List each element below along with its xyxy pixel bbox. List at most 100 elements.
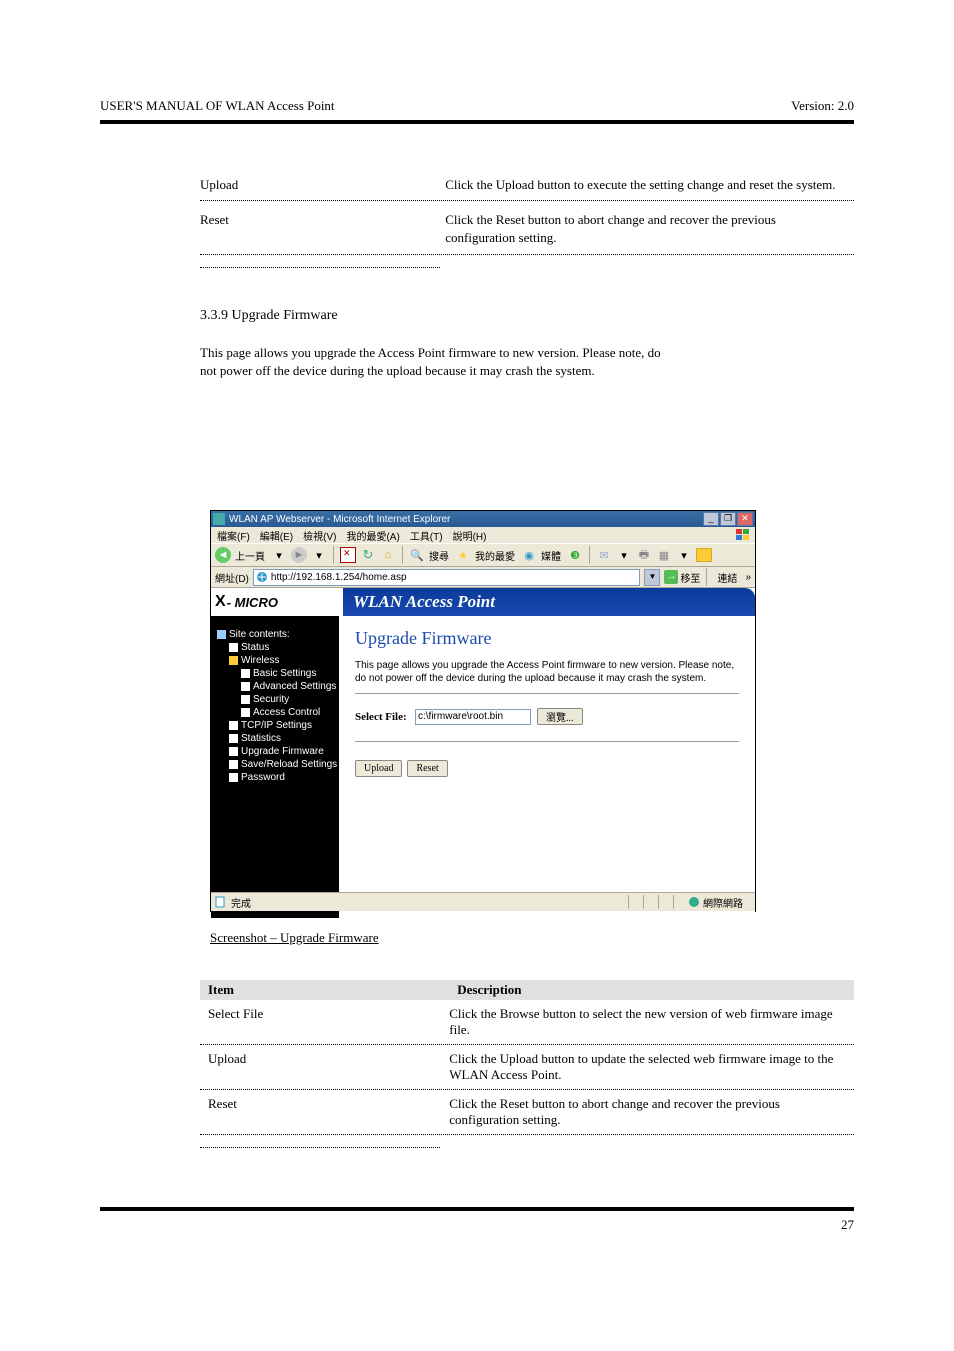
sidebar-item-label: Security [253, 694, 289, 705]
sidebar-item-label: Upgrade Firmware [241, 746, 324, 757]
menu-favorites[interactable]: 我的最愛(A) [346, 528, 399, 543]
sidebar-item-save-reload[interactable]: Save/Reload Settings [217, 758, 339, 771]
button-row: Upload Reset [355, 760, 739, 777]
internet-zone-icon [688, 896, 700, 908]
mail-icon[interactable]: ✉ [596, 547, 612, 563]
page-icon [241, 708, 250, 717]
brand-x: X [215, 593, 226, 611]
menu-tools[interactable]: 工具(T) [410, 528, 443, 543]
history-icon[interactable]: ❸ [567, 547, 583, 563]
bottom-rule [100, 1207, 854, 1211]
browse-button[interactable]: 瀏覽... [537, 708, 583, 725]
refresh-button[interactable]: ↻ [360, 547, 376, 563]
window-title: WLAN AP Webserver - Microsoft Internet E… [229, 514, 703, 525]
select-file-label: Select File: [355, 711, 415, 723]
page-icon [241, 682, 250, 691]
links-label[interactable]: 連結 [717, 570, 737, 585]
discuss-icon[interactable] [696, 548, 712, 562]
sidebar-item-upgrade-firmware[interactable]: Upgrade Firmware [217, 745, 339, 758]
status-done: 完成 [231, 895, 251, 910]
media-icon[interactable]: ◉ [521, 547, 537, 563]
sidebar-item-password[interactable]: Password [217, 771, 339, 784]
figure-caption: Screenshot – Upgrade Firmware [210, 930, 379, 946]
status-net-label: 網際網路 [703, 895, 743, 910]
menu-file[interactable]: 檔案(F) [217, 528, 250, 543]
file-path-input[interactable] [415, 709, 531, 725]
sidebar-item-label: Wireless [241, 655, 279, 666]
toolbar-separator [589, 546, 590, 564]
status-pocket [643, 895, 658, 909]
minimize-button[interactable]: _ [703, 512, 719, 526]
address-dropdown[interactable]: ▼ [644, 569, 660, 586]
close-button[interactable]: ✕ [737, 512, 753, 526]
stop-button[interactable] [340, 547, 356, 563]
sidebar-item-label: Password [241, 772, 285, 783]
home-button[interactable]: ⌂ [380, 547, 396, 563]
upload-button[interactable]: Upload [355, 760, 402, 777]
cell-item: Reset [200, 1096, 446, 1112]
toolbar: ◄ 上一頁 ▾ ► ▾ ↻ ⌂ 🔍 搜尋 ★ 我的最愛 ◉ 媒體 ❸ ✉ ▾ 🖶… [211, 543, 755, 567]
section-heading: 3.3.9 Upgrade Firmware [200, 308, 854, 324]
sidebar-item-access-control[interactable]: Access Control [217, 706, 339, 719]
sidebar-item-status[interactable]: Status [217, 641, 339, 654]
status-zone: 網際網路 [688, 895, 743, 910]
table-row: Reset Click the Reset button to abort ch… [200, 211, 854, 254]
nav-tree: Site contents: Status Wireless Basic Set… [211, 624, 339, 784]
table-row: Upload Click the Upload button to execut… [200, 176, 854, 201]
go-button[interactable]: → 移至 [664, 570, 700, 585]
lower-table: Item Description Select File Click the B… [200, 980, 854, 1148]
sidebar-item-label: Access Control [253, 707, 320, 718]
print-icon[interactable]: 🖶 [636, 547, 652, 563]
maximize-button[interactable]: ❐ [720, 512, 736, 526]
page-icon [229, 643, 238, 652]
address-label: 網址(D) [215, 570, 249, 585]
ie-icon [213, 513, 225, 525]
page-icon [256, 571, 268, 583]
menu-help[interactable]: 說明(H) [453, 528, 487, 543]
menu-view[interactable]: 檢視(V) [303, 528, 336, 543]
item-desc: Click the Reset button to abort change a… [445, 211, 845, 247]
toolbar-separator [402, 546, 403, 564]
chevron-down-icon[interactable]: ▾ [616, 547, 632, 563]
toolbar-separator [706, 568, 707, 586]
menu-edit[interactable]: 編輯(E) [260, 528, 293, 543]
file-select-row: Select File: 瀏覽... [355, 708, 739, 742]
favorites-label: 我的最愛 [475, 548, 515, 563]
chevron-down-icon[interactable]: ▾ [311, 547, 327, 563]
status-pocket [628, 895, 643, 909]
sidebar-item-basic-settings[interactable]: Basic Settings [217, 667, 339, 680]
section-paragraph: This page allows you upgrade the Access … [200, 344, 854, 380]
chevron-down-icon[interactable]: ▾ [271, 547, 287, 563]
browser-window: WLAN AP Webserver - Microsoft Internet E… [210, 510, 756, 912]
forward-button[interactable]: ► [291, 547, 307, 563]
item-label: Upload [200, 176, 442, 194]
sidebar-item-label: Basic Settings [253, 668, 316, 679]
tree-root-label: Site contents: [229, 629, 290, 640]
page-icon [229, 747, 238, 756]
address-input[interactable]: http://192.168.1.254/home.asp [253, 569, 641, 586]
para-line: not power off the device during the uplo… [200, 363, 595, 378]
chevron-right-icon[interactable]: » [745, 572, 751, 583]
sidebar-item-label: Statistics [241, 733, 281, 744]
favorites-icon[interactable]: ★ [455, 547, 471, 563]
sidebar-item-wireless[interactable]: Wireless [217, 654, 339, 667]
th-desc: Description [449, 982, 521, 998]
top-rule [100, 120, 854, 124]
brand-text: - MICRO [227, 595, 278, 610]
reset-button[interactable]: Reset [407, 760, 447, 777]
caption-text: Screenshot – Upgrade Firmware [210, 930, 379, 945]
sidebar-item-label: Save/Reload Settings [241, 759, 337, 770]
sidebar-item-security[interactable]: Security [217, 693, 339, 706]
chevron-down-icon[interactable]: ▾ [676, 547, 692, 563]
content-row: Site contents: Status Wireless Basic Set… [211, 616, 755, 918]
sidebar-item-statistics[interactable]: Statistics [217, 732, 339, 745]
edit-icon[interactable]: ▦ [656, 547, 672, 563]
cell-item: Upload [200, 1051, 446, 1067]
page-icon [241, 695, 250, 704]
sidebar-item-tcpip[interactable]: TCP/IP Settings [217, 719, 339, 732]
back-button[interactable]: ◄ [215, 547, 231, 563]
search-icon[interactable]: 🔍 [409, 547, 425, 563]
sidebar-item-advanced-settings[interactable]: Advanced Settings [217, 680, 339, 693]
table-row: Reset Click the Reset button to abort ch… [200, 1090, 854, 1134]
status-pocket [673, 895, 688, 909]
